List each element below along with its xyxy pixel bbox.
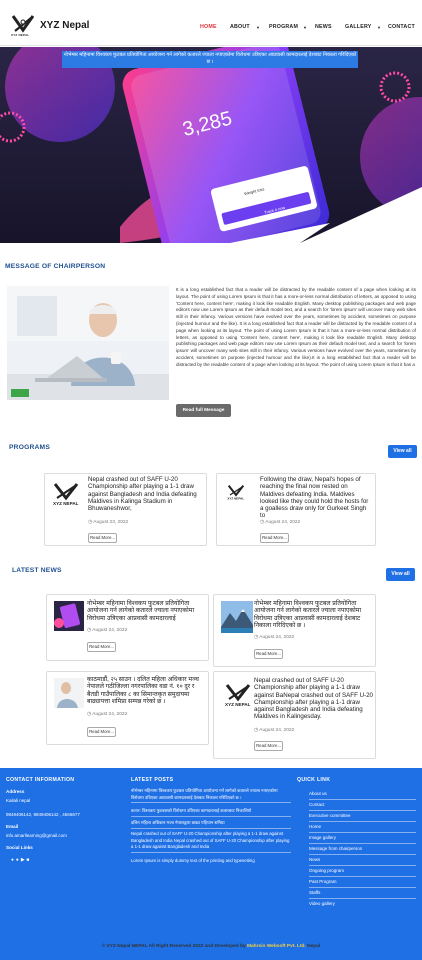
news-title[interactable]: काठमाडौं, २५ साउन । दलित महिला अधिकार मञ…: [87, 676, 207, 705]
news-card[interactable]: XYZ NEPAL Nepal crashed out of SAFF U-20…: [213, 671, 376, 759]
chairperson-photo: [7, 286, 169, 400]
latest-post-link[interactable]: कतार: विश्वकप फुटबलको विरोधमा उत्रिएका क…: [131, 808, 291, 817]
programs-view-all-button[interactable]: View all: [388, 445, 417, 458]
news-card[interactable]: नोभेम्बर महिनामा विश्वकप फुटबल प्रतियोगि…: [46, 594, 209, 661]
address-label: Address: [6, 789, 25, 794]
email-label: Email: [6, 824, 19, 829]
phone-value[interactable]: 9849406142, 9849406142 , 4566677: [6, 812, 80, 817]
contact-heading: CONTACT INFORMATION: [6, 777, 75, 783]
read-more-button[interactable]: Read More...: [260, 533, 289, 543]
xyz-logo-icon[interactable]: [10, 14, 36, 34]
program-card[interactable]: XYZ NEPAL Following the draw, Nepal's ho…: [216, 473, 376, 546]
quick-link[interactable]: Home: [309, 822, 416, 833]
xyz-logo-icon: XYZ NEPAL: [225, 684, 251, 707]
notice-marquee[interactable]: नोभेम्बर महिनामा विश्वकप फुटबल प्रतियोगि…: [62, 51, 358, 68]
news-title[interactable]: नोभेम्बर महिनामा विश्वकप फुटबल प्रतियोगि…: [254, 600, 374, 629]
read-full-message-button[interactable]: Read full Message: [176, 404, 231, 417]
news-title[interactable]: Nepal crashed out of SAFF U-20 Champions…: [254, 677, 374, 721]
social-links: ●●▶■: [11, 858, 31, 863]
nav-home[interactable]: HOME: [200, 24, 217, 30]
quick-link[interactable]: Message from chairperson: [309, 844, 416, 855]
social-label: Social Links: [6, 845, 33, 850]
latest-post-link[interactable]: नोभेम्बर महिनामा विश्वकप फुटबल प्रतियोगि…: [131, 788, 291, 803]
address-value: Kailali nepal: [6, 798, 31, 803]
quick-link[interactable]: Executive committee: [309, 811, 416, 822]
chevron-down-icon[interactable]: ▼: [256, 25, 260, 30]
read-more-button[interactable]: Read More...: [254, 649, 283, 659]
nav-contact[interactable]: CONTACT: [388, 24, 415, 30]
news-card[interactable]: नोभेम्बर महिनामा विश्वकप फुटबल प्रतियोगि…: [213, 594, 376, 667]
program-date: ◷ August 23, 2022: [88, 520, 129, 525]
hero-banner: 3,285 Weight loss Track it now: [0, 47, 422, 243]
quick-link[interactable]: News: [309, 855, 416, 866]
news-date: ◷ August 24, 2022: [87, 628, 128, 633]
quick-link[interactable]: Ongoing program: [309, 866, 416, 877]
navbar: XYZ NEPAL XYZ Nepal HOME ABOUT ▼ PROGRAM…: [0, 0, 422, 46]
news-heading: LATEST NEWS: [12, 567, 62, 574]
news-thumbnail: [54, 678, 84, 708]
program-date: ◷ August 24, 2022: [260, 520, 301, 525]
svg-text:XYZ NEPAL: XYZ NEPAL: [227, 497, 244, 501]
news-thumbnail: [221, 601, 253, 633]
chairperson-message: It is a long established fact that a rea…: [176, 287, 416, 367]
nav-news[interactable]: NEWS: [315, 24, 332, 30]
nav-program[interactable]: PROGRAM: [269, 24, 298, 30]
chairperson-heading: MESSAGE OF CHAIRPERSON: [5, 263, 106, 270]
quick-link[interactable]: About us: [309, 789, 416, 800]
xyz-logo-icon: XYZ NEPAL: [227, 485, 244, 501]
svg-text:XYZ NEPAL: XYZ NEPAL: [225, 702, 251, 707]
latest-posts-heading: LATEST POSTS: [131, 777, 174, 783]
news-title[interactable]: नोभेम्बर महिनामा विश्वकप फुटबल प्रतियोगि…: [87, 600, 207, 622]
latest-post-link[interactable]: दलित महिला अधिकार मञ्च नेपालद्वारा बाढ्य…: [131, 820, 291, 829]
svg-text:XYZ NEPAL: XYZ NEPAL: [53, 501, 79, 506]
developer-link[interactable]: Mahrsin Websoft Pvt. Ltd.: [247, 944, 306, 949]
chevron-down-icon[interactable]: ▼: [377, 25, 381, 30]
program-card[interactable]: XYZ NEPAL Nepal crashed out of SAFF U-20…: [44, 473, 207, 546]
latest-post-link[interactable]: Lorem Ipsum is simply dummy text of the …: [131, 858, 291, 866]
read-more-button[interactable]: Read More...: [87, 727, 116, 737]
read-more-button[interactable]: Read More...: [87, 642, 116, 652]
read-more-button[interactable]: Read More...: [254, 741, 283, 751]
quick-link[interactable]: Staffs: [309, 888, 416, 899]
news-date: ◷ August 24, 2022: [254, 728, 295, 733]
news-date: ◷ August 24, 2022: [254, 635, 295, 640]
email-value[interactable]: info.amarllearning@gmail.com: [6, 833, 67, 838]
news-thumbnail: [54, 601, 84, 631]
news-date: ◷ August 24, 2022: [87, 712, 128, 717]
quick-link-heading: QUICK LINK: [297, 777, 331, 783]
news-card[interactable]: काठमाडौं, २५ साउन । दलित महिला अधिकार मञ…: [46, 671, 209, 745]
instagram-icon[interactable]: ■: [27, 858, 32, 863]
program-title[interactable]: Nepal crashed out of SAFF U-20 Champions…: [88, 476, 203, 512]
news-view-all-button[interactable]: View all: [386, 568, 415, 581]
nav-gallery[interactable]: GALLERY: [345, 24, 372, 30]
read-more-button[interactable]: Read More...: [88, 533, 117, 543]
quick-link[interactable]: Video gallery: [309, 899, 416, 910]
chevron-down-icon[interactable]: ▼: [303, 25, 307, 30]
nav-about[interactable]: ABOUT: [230, 24, 250, 30]
quick-link[interactable]: Contact: [309, 800, 416, 811]
logo-label: XYZ NEPAL: [11, 33, 30, 37]
programs-heading: PROGRAMS: [9, 444, 50, 451]
latest-post-link[interactable]: Nepal crashed out of SAFF U-20 Champions…: [131, 831, 291, 853]
footer: CONTACT INFORMATION Address Kailali nepa…: [0, 768, 422, 960]
xyz-logo-icon: XYZ NEPAL: [53, 483, 79, 506]
copyright: © XYZ Nepal NEPAL All Right Reserved 202…: [101, 944, 321, 949]
quick-link[interactable]: Past Program: [309, 877, 416, 888]
hero-illustration: 3,285 Weight loss Track it now: [0, 47, 422, 243]
quick-link[interactable]: Image gallery: [309, 833, 416, 844]
site-name[interactable]: XYZ Nepal: [40, 20, 89, 31]
program-title[interactable]: Following the draw, Nepal's hopes of rea…: [260, 476, 372, 520]
